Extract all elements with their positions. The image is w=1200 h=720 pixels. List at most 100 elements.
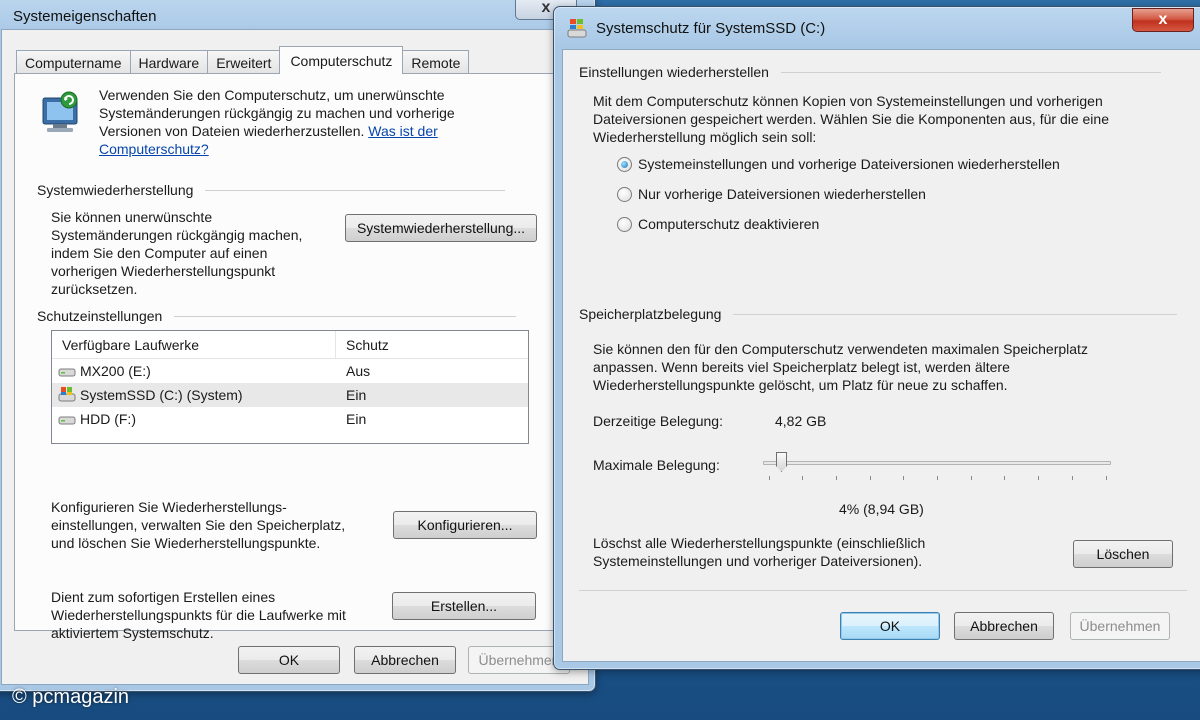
create-button[interactable]: Erstellen... bbox=[392, 592, 536, 620]
slider-tick bbox=[769, 476, 770, 480]
cancel-button[interactable]: Abbrechen bbox=[354, 646, 456, 674]
system-drive-icon bbox=[58, 387, 76, 402]
slider-track[interactable] bbox=[763, 461, 1111, 465]
close-button[interactable]: x bbox=[1132, 8, 1194, 32]
hard-drive-icon bbox=[58, 368, 76, 377]
intro-text: Verwenden Sie den Computerschutz, um une… bbox=[99, 86, 455, 158]
slider-tick bbox=[903, 476, 904, 480]
table-row[interactable]: SystemSSD (C:) (System) Ein bbox=[52, 383, 528, 407]
restore-settings-description: Mit dem Computerschutz können Kopien von… bbox=[593, 92, 1109, 146]
radio-button-checked[interactable] bbox=[617, 156, 632, 172]
description-line: Dateiversionen gespeichert werden. Wähle… bbox=[593, 111, 1109, 127]
radio-button[interactable] bbox=[617, 216, 632, 232]
max-usage-label: Maximale Belegung: bbox=[593, 457, 720, 473]
footer-divider bbox=[579, 590, 1187, 591]
max-usage-value: 4% (8,94 GB) bbox=[839, 501, 924, 517]
section-divider bbox=[733, 313, 1178, 315]
dialog-button-bar: OK Abbrechen Übernehmen bbox=[2, 634, 588, 684]
description-line: Systemeinstellungen und vorheriger Datei… bbox=[593, 553, 923, 569]
computerschutz-panel: Verwenden Sie den Computerschutz, um une… bbox=[14, 73, 580, 641]
description-line: Löschst alle Wiederherstellungspunkte (e… bbox=[593, 535, 926, 551]
tab-computerschutz[interactable]: Computerschutz bbox=[279, 46, 404, 74]
section-divider bbox=[174, 315, 517, 317]
description-line: Wiederherstellungspunkte gelöscht, um Pl… bbox=[593, 377, 1008, 393]
system-protection-icon bbox=[42, 91, 78, 132]
radio-label: Nur vorherige Dateiversionen wiederherst… bbox=[638, 186, 926, 202]
system-properties-titlebar[interactable]: Systemeigenschaften bbox=[0, 0, 595, 29]
ok-button[interactable]: OK bbox=[238, 646, 340, 674]
window-title: Systemeigenschaften bbox=[13, 7, 157, 25]
drive-name: SystemSSD (C:) (System) bbox=[80, 387, 243, 403]
description-line: vorherigen Wiederherstellungspunkt bbox=[51, 263, 276, 279]
system-protection-client: Einstellungen wiederherstellen Mit dem C… bbox=[562, 49, 1200, 662]
dialog-title: Systemschutz für SystemSSD (C:) bbox=[596, 19, 826, 37]
description-line: Sie können den für den Computerschutz ve… bbox=[593, 341, 1088, 357]
section-title-label: Systemwiederherstellung bbox=[37, 182, 194, 198]
system-protection-dialog: Systemschutz für SystemSSD (C:) x Einste… bbox=[553, 6, 1200, 670]
section-divider bbox=[780, 71, 1161, 73]
slider-tick bbox=[1038, 476, 1039, 480]
section-title-label: Schutzeinstellungen bbox=[37, 308, 163, 324]
current-usage-value: 4,82 GB bbox=[775, 413, 827, 429]
radio-button[interactable] bbox=[617, 186, 632, 202]
description-line: Mit dem Computerschutz können Kopien von… bbox=[593, 93, 1103, 109]
table-row[interactable]: HDD (F:) Ein bbox=[52, 407, 528, 431]
drive-name: HDD (F:) bbox=[80, 411, 136, 427]
slider-tick bbox=[1106, 476, 1107, 480]
hard-drive-icon bbox=[58, 416, 76, 425]
description-line: zurücksetzen. bbox=[51, 281, 138, 297]
what-is-protection-link-cont[interactable]: Computerschutz? bbox=[99, 140, 455, 158]
delete-button[interactable]: Löschen bbox=[1073, 540, 1173, 568]
column-header-drives[interactable]: Verfügbare Laufwerke bbox=[52, 331, 336, 358]
watermark: © pcmagazin bbox=[12, 686, 130, 708]
radio-disable-protection[interactable]: Computerschutz deaktivieren bbox=[617, 216, 819, 232]
drive-name: MX200 (E:) bbox=[80, 363, 151, 379]
description-line: Wiederherstellungspunkts für die Laufwer… bbox=[51, 607, 346, 623]
radio-label: Systemeinstellungen und vorherige Dateiv… bbox=[638, 156, 1060, 172]
description-line: anpassen. Wenn bereits viel Speicherplat… bbox=[593, 359, 1010, 375]
slider-tick bbox=[836, 476, 837, 480]
what-is-protection-link[interactable]: Was ist der bbox=[368, 123, 438, 139]
table-header: Verfügbare Laufwerke Schutz bbox=[52, 331, 528, 359]
drive-protection: Aus bbox=[346, 363, 371, 379]
apply-button[interactable]: Übernehmen bbox=[1070, 612, 1170, 640]
configure-button[interactable]: Konfigurieren... bbox=[393, 511, 537, 539]
tab-computername[interactable]: Computername bbox=[16, 50, 131, 74]
delete-description: Löschst alle Wiederherstellungspunkte (e… bbox=[593, 534, 925, 570]
drive-protection: Ein bbox=[346, 387, 367, 403]
system-restore-button[interactable]: Systemwiederherstellung... bbox=[345, 214, 537, 242]
slider-tick bbox=[870, 476, 871, 480]
radio-label: Computerschutz deaktivieren bbox=[638, 216, 820, 232]
radio-restore-all[interactable]: Systemeinstellungen und vorherige Dateiv… bbox=[617, 156, 1060, 172]
tab-strip: Computername Hardware Erweitert Computer… bbox=[16, 46, 470, 74]
system-protection-titlebar[interactable]: Systemschutz für SystemSSD (C:) bbox=[554, 7, 1200, 49]
slider-tick bbox=[802, 476, 803, 480]
description-line: einstellungen, verwalten Sie den Speiche… bbox=[51, 517, 346, 533]
description-line: und löschen Sie Wiederherstellungspunkte… bbox=[51, 535, 321, 551]
description-line: Wiederherstellung möglich sein soll: bbox=[593, 129, 817, 145]
slider-thumb[interactable] bbox=[776, 452, 787, 472]
intro-line: Verwenden Sie den Computerschutz, um une… bbox=[99, 87, 445, 103]
description-line: Konfigurieren Sie Wiederherstellungs- bbox=[51, 499, 287, 515]
current-usage-label: Derzeitige Belegung: bbox=[593, 413, 723, 429]
section-divider bbox=[205, 189, 506, 191]
slider-tick bbox=[937, 476, 938, 480]
section-title-label: Einstellungen wiederherstellen bbox=[579, 64, 769, 80]
configure-description: Konfigurieren Sie Wiederherstellungs- ei… bbox=[51, 498, 345, 552]
intro-line: Versionen von Dateien wiederherzustellen… bbox=[99, 123, 365, 139]
tab-remote[interactable]: Remote bbox=[402, 50, 470, 74]
tab-erweitert[interactable]: Erweitert bbox=[207, 50, 281, 74]
system-restore-section-title: Systemwiederherstellung bbox=[37, 182, 506, 198]
drive-protection: Ein bbox=[346, 411, 367, 427]
radio-restore-files-only[interactable]: Nur vorherige Dateiversionen wiederherst… bbox=[617, 186, 926, 202]
column-header-protection[interactable]: Schutz bbox=[336, 337, 389, 353]
max-usage-slider[interactable] bbox=[763, 450, 1111, 484]
disk-space-section-title: Speicherplatzbelegung bbox=[579, 306, 1178, 322]
ok-button[interactable]: OK bbox=[840, 612, 940, 640]
close-icon: x bbox=[1158, 11, 1168, 28]
drives-table[interactable]: Verfügbare Laufwerke Schutz MX200 (E:) A… bbox=[51, 330, 529, 444]
system-properties-window: Systemeigenschaften x Computername Hardw… bbox=[0, 0, 596, 692]
tab-hardware[interactable]: Hardware bbox=[129, 50, 209, 74]
cancel-button[interactable]: Abbrechen bbox=[954, 612, 1054, 640]
table-row[interactable]: MX200 (E:) Aus bbox=[52, 359, 528, 383]
